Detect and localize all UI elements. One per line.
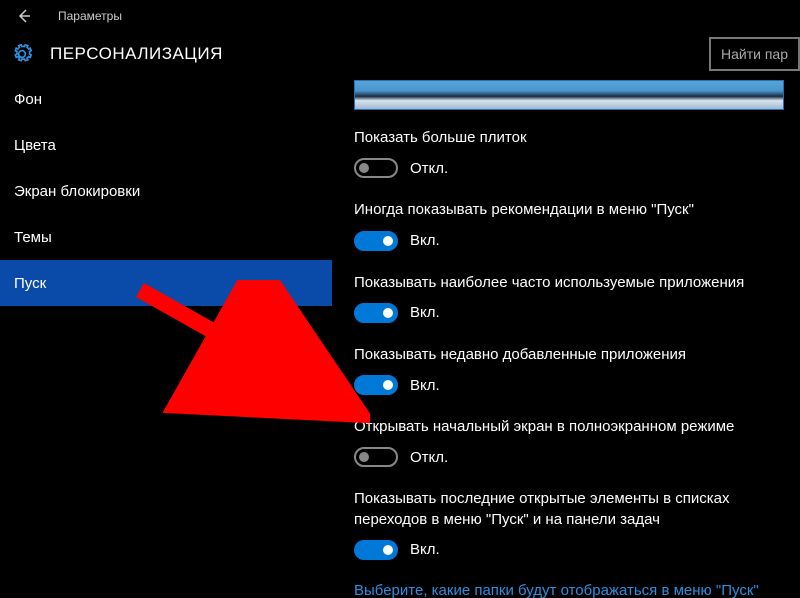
setting-label: Показывать наиболее часто используемые п… bbox=[354, 273, 774, 293]
setting-jumplist: Показывать последние открытые элементы в… bbox=[354, 489, 778, 560]
toggle-state: Вкл. bbox=[410, 377, 440, 394]
sidebar-item-lockscreen[interactable]: Экран блокировки bbox=[0, 168, 332, 214]
toggle-fullscreen-start[interactable] bbox=[354, 447, 398, 467]
sidebar-item-label: Пуск bbox=[14, 275, 46, 292]
toggle-recommendations[interactable] bbox=[354, 231, 398, 251]
toggle-jumplist[interactable] bbox=[354, 540, 398, 560]
setting-fullscreen-start: Открывать начальный экран в полноэкранно… bbox=[354, 417, 778, 467]
setting-label: Иногда показывать рекомендации в меню "П… bbox=[354, 200, 774, 220]
toggle-state: Вкл. bbox=[410, 541, 440, 558]
sidebar-item-label: Фон bbox=[14, 91, 42, 108]
titlebar: Параметры bbox=[0, 0, 800, 32]
arrow-left-icon bbox=[16, 8, 32, 24]
setting-recommendations: Иногда показывать рекомендации в меню "П… bbox=[354, 200, 778, 250]
sidebar-item-start[interactable]: Пуск bbox=[0, 260, 332, 306]
setting-label: Показать больше плиток bbox=[354, 128, 774, 148]
setting-label: Открывать начальный экран в полноэкранно… bbox=[354, 417, 774, 437]
sidebar-item-background[interactable]: Фон bbox=[0, 76, 332, 122]
window-title: Параметры bbox=[58, 9, 122, 23]
search-placeholder: Найти пар bbox=[721, 46, 788, 62]
main-panel: Показать больше плиток Откл. Иногда пока… bbox=[332, 76, 800, 598]
setting-recently-added: Показывать недавно добавленные приложени… bbox=[354, 345, 778, 395]
toggle-recently-added[interactable] bbox=[354, 375, 398, 395]
preview-image bbox=[354, 80, 784, 110]
toggle-state: Откл. bbox=[410, 160, 448, 177]
sidebar-item-label: Экран блокировки bbox=[14, 183, 140, 200]
sidebar-item-themes[interactable]: Темы bbox=[0, 214, 332, 260]
toggle-state: Вкл. bbox=[410, 232, 440, 249]
choose-folders-link[interactable]: Выберите, какие папки будут отображаться… bbox=[354, 582, 778, 598]
search-input[interactable]: Найти пар bbox=[709, 37, 800, 71]
setting-most-used: Показывать наиболее часто используемые п… bbox=[354, 273, 778, 323]
header: ПЕРСОНАЛИЗАЦИЯ Найти пар bbox=[0, 32, 800, 76]
toggle-state: Вкл. bbox=[410, 304, 440, 321]
back-button[interactable] bbox=[10, 2, 38, 30]
gear-icon bbox=[12, 44, 32, 64]
setting-label: Показывать последние открытые элементы в… bbox=[354, 489, 774, 530]
setting-label: Показывать недавно добавленные приложени… bbox=[354, 345, 774, 365]
sidebar-item-colors[interactable]: Цвета bbox=[0, 122, 332, 168]
sidebar-item-label: Темы bbox=[14, 229, 52, 246]
setting-more-tiles: Показать больше плиток Откл. bbox=[354, 128, 778, 178]
sidebar: Фон Цвета Экран блокировки Темы Пуск bbox=[0, 76, 332, 598]
toggle-most-used[interactable] bbox=[354, 303, 398, 323]
toggle-state: Откл. bbox=[410, 449, 448, 466]
page-title: ПЕРСОНАЛИЗАЦИЯ bbox=[50, 44, 223, 64]
toggle-more-tiles[interactable] bbox=[354, 158, 398, 178]
sidebar-item-label: Цвета bbox=[14, 137, 56, 154]
